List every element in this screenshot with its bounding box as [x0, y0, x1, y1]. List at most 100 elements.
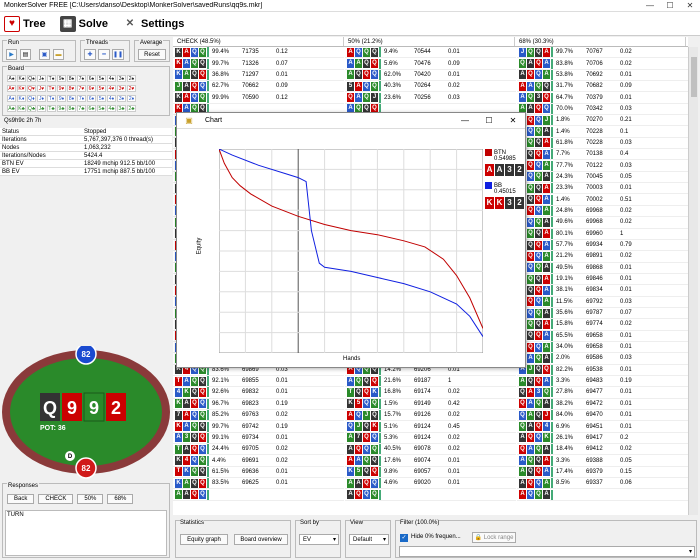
table-row[interactable]: Q J Q K 5.1% 69124 0.45 — [345, 421, 516, 433]
table-row[interactable]: K 4 Q Q 4.4% 69691 0.02 — [173, 455, 344, 467]
board-card-button[interactable]: Q♦ — [27, 95, 36, 102]
board-card-button[interactable]: 3♦ — [117, 95, 126, 102]
table-row[interactable]: AQQA23.3%700030.01 — [517, 183, 688, 195]
table-row[interactable]: AQQA — [517, 489, 688, 501]
board-card-button[interactable]: 8♠ — [67, 75, 76, 82]
table-row[interactable]: AQQA34.0%696580.01 — [517, 342, 688, 354]
table-row[interactable]: A 3 Q Q 99.1% 69734 0.01 — [173, 432, 344, 445]
board-card-button[interactable]: 4♠ — [107, 75, 116, 82]
board-overview-button[interactable]: Board overview — [234, 534, 288, 545]
table-row[interactable]: K 5 Q Q 1.5% 69149 0.42 — [345, 398, 516, 410]
board-card-button[interactable]: 5♦ — [97, 95, 106, 102]
board-card-button[interactable]: 3♠ — [117, 75, 126, 82]
table-row[interactable]: K A Q Q 83.5% 69625 0.01 — [173, 478, 344, 490]
board-card-button[interactable]: 6♦ — [87, 95, 96, 102]
table-row[interactable]: AQQA15.8%697740.02 — [517, 319, 688, 331]
board-card-button[interactable]: T♥ — [47, 85, 56, 92]
board-card-button[interactable]: T♣ — [47, 105, 56, 112]
play-icon[interactable]: ▶ — [6, 49, 17, 60]
bet-68-response-button[interactable]: 68% — [107, 494, 134, 504]
table-row[interactable]: A Q Q A 17.4% 69379 0.15 — [517, 466, 688, 479]
board-card-button[interactable]: 2♠ — [127, 75, 136, 82]
view-select[interactable]: Default ▾ — [349, 534, 389, 545]
board-card-button[interactable]: 4♣ — [107, 105, 116, 112]
board-card-button[interactable]: 7♠ — [77, 75, 86, 82]
table-row[interactable]: K A Q Q 36.8% 71297 0.01 — [173, 69, 344, 82]
chart-minimize-icon[interactable]: — — [453, 116, 477, 125]
table-row[interactable]: K A Q Q 99.4% 71735 0.12 — [173, 47, 344, 59]
board-card-button[interactable]: 9♥ — [57, 85, 66, 92]
table-row[interactable]: AQQA24.3%700450.05 — [517, 171, 688, 184]
minus-icon[interactable]: ━ — [98, 49, 110, 60]
scrollbar-thumb[interactable] — [691, 57, 697, 97]
table-row[interactable]: A A Q Q 5.6% 70476 0.09 — [345, 58, 516, 70]
board-card-button[interactable]: A♣ — [7, 105, 16, 112]
table-row[interactable]: Q A Q J 23.6% 70256 0.03 — [345, 92, 516, 104]
table-row[interactable]: AQQA11.5%697920.03 — [517, 296, 688, 308]
table-row[interactable]: AQQA19.1%698460.01 — [517, 274, 688, 286]
table-row[interactable]: AQQA21.2%698910.02 — [517, 251, 688, 263]
board-card-button[interactable]: Q♠ — [27, 75, 36, 82]
board-card-button[interactable]: 8♣ — [67, 105, 76, 112]
table-row[interactable]: AQQA24.8%699680.02 — [517, 205, 688, 218]
board-card-button[interactable]: J♠ — [37, 75, 46, 82]
table-row[interactable]: AQQA38.1%698340.01 — [517, 285, 688, 297]
table-row[interactable]: T Q Q K 16.8% 69174 0.02 — [345, 387, 516, 399]
solve-button[interactable]: ▦ Solve — [59, 15, 108, 32]
table-row[interactable]: A Q Q A 3.3% 69483 0.19 — [517, 376, 688, 388]
check-response-button[interactable]: CHECK — [38, 494, 74, 504]
board-card-button[interactable]: A♦ — [7, 95, 16, 102]
board-card-button[interactable]: A♠ — [7, 75, 16, 82]
board-card-button[interactable]: K♠ — [17, 75, 26, 82]
table-row[interactable]: AQQA77.7%701220.03 — [517, 160, 688, 172]
table-row[interactable]: 7 A Q Q 85.2% 69763 0.02 — [173, 410, 344, 422]
table-row[interactable]: A Q Q A 8.5% 69337 0.06 — [517, 478, 688, 490]
table-row[interactable]: A Q J Q 15.7% 69126 0.02 — [345, 410, 516, 422]
table-row[interactable]: AQQA80.1%699601 — [517, 228, 688, 240]
board-card-button[interactable]: Q♥ — [27, 85, 36, 92]
table-row[interactable]: A A Q Q 4.6% 69020 0.01 — [345, 478, 516, 490]
pause-icon[interactable]: ❚❚ — [112, 49, 124, 60]
table-row[interactable]: AQQQ — [345, 489, 516, 501]
chart-close-icon[interactable]: ✕ — [501, 116, 525, 125]
board-card-button[interactable]: 2♦ — [127, 95, 136, 102]
table-row[interactable]: AQQJ1.8%702700.21 — [517, 115, 688, 127]
table-row[interactable]: A A Q Q 70.0% 70342 0.03 — [517, 103, 688, 116]
sort-select[interactable]: EV ▾ — [299, 534, 339, 545]
table-scrollbar[interactable] — [688, 47, 698, 515]
table-row[interactable]: A Q Q Q 9.4% 70544 0.01 — [345, 47, 516, 59]
column-header-bet-50[interactable]: 50% (21.2%) — [344, 37, 515, 46]
board-card-button[interactable]: 9♦ — [57, 95, 66, 102]
table-row[interactable]: AQQA49.6%699680.02 — [517, 217, 688, 229]
board-card-button[interactable]: 2♥ — [127, 85, 136, 92]
board-card-button[interactable]: 6♣ — [87, 105, 96, 112]
responses-text[interactable]: TURN — [5, 510, 167, 556]
table-row[interactable]: A Q Q Q 40.5% 69078 0.02 — [345, 444, 516, 456]
board-card-button[interactable]: 8♥ — [67, 85, 76, 92]
board-card-button[interactable]: J♣ — [37, 105, 46, 112]
board-card-button[interactable]: Q♣ — [27, 105, 36, 112]
table-row[interactable]: J Q Q A 99.7% 70767 0.02 — [517, 47, 688, 59]
table-row[interactable]: T A Q Q 24.4% 69705 0.02 — [173, 444, 344, 456]
table-row[interactable]: QAQA2.0%695860.03 — [517, 353, 688, 365]
table-row[interactable]: A Q 3 Q 64.7% 70379 0.01 — [517, 92, 688, 104]
table-row[interactable]: Q A Q 4 6.9% 69451 0.01 — [517, 421, 688, 433]
board-card-button[interactable]: 3♥ — [117, 85, 126, 92]
board-card-button[interactable]: T♠ — [47, 75, 56, 82]
board-card-button[interactable]: T♦ — [47, 95, 56, 102]
chart-maximize-icon[interactable]: ☐ — [477, 116, 501, 125]
board-card-button[interactable]: 9♠ — [57, 75, 66, 82]
board-card-button[interactable]: 6♠ — [87, 75, 96, 82]
table-row[interactable]: A J Q Q 82.2% 69538 0.01 — [517, 364, 688, 376]
board-card-button[interactable]: J♦ — [37, 95, 46, 102]
board-card-button[interactable]: 8♦ — [67, 95, 76, 102]
table-row[interactable]: A A Q Q 31.7% 70682 0.09 — [517, 81, 688, 93]
table-row[interactable]: Q A Q A 83.8% 70706 0.02 — [517, 58, 688, 70]
board-card-button[interactable]: K♦ — [17, 95, 26, 102]
table-row[interactable]: K A Q Q 99.9% 70590 0.12 — [173, 92, 344, 104]
table-row[interactable]: AQQA35.6%697870.07 — [517, 308, 688, 320]
column-header-bet-68[interactable]: 68% (30.3%) — [515, 37, 686, 46]
table-row[interactable]: AQQA61.8%702280.03 — [517, 137, 688, 150]
table-row[interactable]: Q A Q J 84.0% 69470 0.01 — [517, 410, 688, 422]
table-row[interactable]: Q A 3 Q 27.8% 69477 0.01 — [517, 387, 688, 399]
